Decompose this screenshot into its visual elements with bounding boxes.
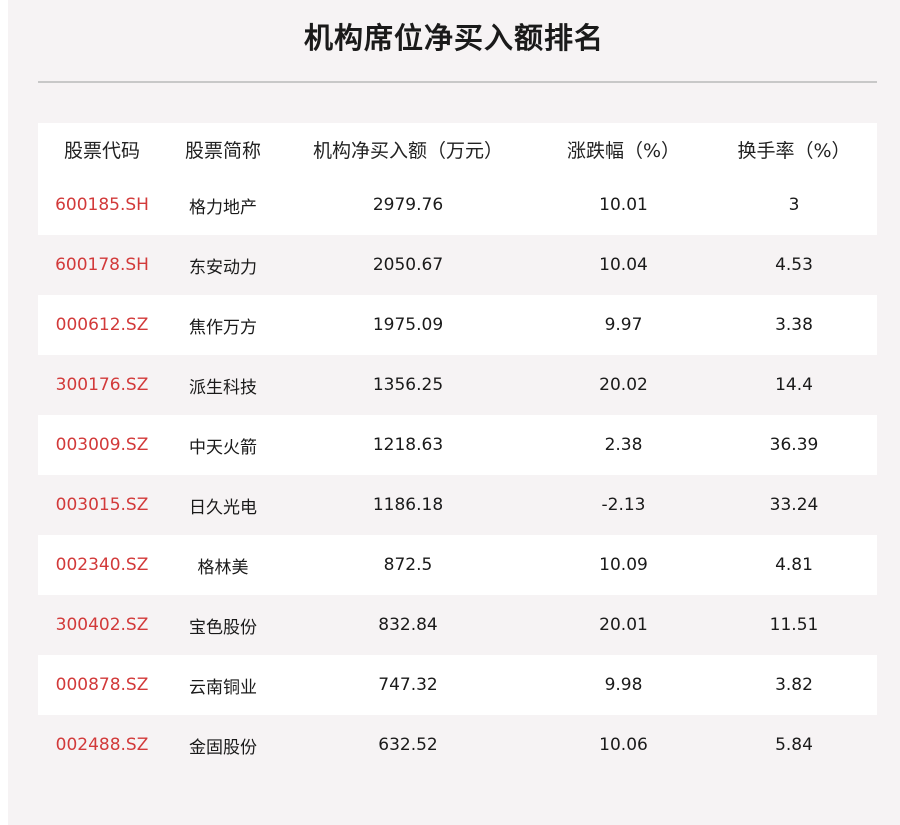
table-row: 002340.SZ 格林美 872.5 10.09 4.81 [38,535,877,595]
change-pct: 10.01 [599,195,648,215]
net-buy-amount: 747.32 [378,675,438,695]
stock-name: 格力地产 [189,197,257,218]
ranking-table: 股票代码 股票简称 机构净买入额（万元） 涨跌幅（%） 换手率（%） 60018… [38,123,877,775]
title-divider [38,81,877,83]
stock-name: 日久光电 [189,497,257,518]
change-pct: 20.02 [599,375,648,395]
turnover-rate: 14.4 [775,375,813,395]
stock-code: 003009.SZ [55,435,149,455]
table-row: 003015.SZ 日久光电 1186.18 -2.13 33.24 [38,475,877,535]
table-row: 003009.SZ 中天火箭 1218.63 2.38 36.39 [38,415,877,475]
stock-code: 002488.SZ [55,735,149,755]
change-pct: 10.06 [599,735,648,755]
stock-name: 宝色股份 [189,617,257,638]
stock-code: 300402.SZ [55,615,149,635]
stock-code: 000612.SZ [55,315,149,335]
turnover-rate: 33.24 [769,495,819,515]
turnover-rate: 3.38 [775,315,813,335]
change-pct: 20.01 [599,615,648,635]
header-net-buy: 机构净买入额（万元） [312,139,503,162]
turnover-rate: 4.81 [775,555,813,575]
table-header-row: 股票代码 股票简称 机构净买入额（万元） 涨跌幅（%） 换手率（%） [38,123,877,175]
stock-name: 派生科技 [189,377,257,398]
stock-code: 000878.SZ [55,675,149,695]
net-buy-amount: 832.84 [378,615,438,635]
net-buy-amount: 1356.25 [372,375,444,395]
turnover-rate: 5.84 [775,735,813,755]
net-buy-amount: 872.5 [383,555,433,575]
turnover-rate: 11.51 [769,615,819,635]
stock-name: 焦作万方 [189,317,257,338]
change-pct: 10.09 [599,555,648,575]
change-pct: -2.13 [601,495,646,515]
turnover-rate: 4.53 [775,255,813,275]
change-pct: 9.97 [604,315,643,335]
header-stock-name: 股票简称 [184,139,261,162]
change-pct: 9.98 [604,675,643,695]
change-pct: 2.38 [604,435,643,455]
stock-code: 002340.SZ [55,555,149,575]
stock-code: 300176.SZ [55,375,149,395]
turnover-rate: 3 [788,195,800,215]
net-buy-amount: 2050.67 [372,255,444,275]
table-row: 002488.SZ 金固股份 632.52 10.06 5.84 [38,715,877,775]
stock-name: 中天火箭 [189,437,257,458]
table-row: 300402.SZ 宝色股份 832.84 20.01 11.51 [38,595,877,655]
net-buy-amount: 1975.09 [372,315,444,335]
table-row: 000612.SZ 焦作万方 1975.09 9.97 3.38 [38,295,877,355]
stock-name: 云南铜业 [189,677,257,698]
header-change-pct: 涨跌幅（%） [566,139,681,162]
stock-code: 600178.SH [55,255,149,275]
stock-code: 600185.SH [55,195,149,215]
stock-name: 东安动力 [189,257,257,278]
header-stock-code: 股票代码 [63,139,140,162]
net-buy-amount: 2979.76 [372,195,444,215]
net-buy-amount: 632.52 [378,735,438,755]
stock-name: 格林美 [197,557,249,578]
stock-code: 003015.SZ [55,495,149,515]
turnover-rate: 3.82 [775,675,813,695]
page-title: 机构席位净买入额排名 [303,21,604,55]
table-row: 600185.SH 格力地产 2979.76 10.01 3 [38,175,877,235]
net-buy-amount: 1218.63 [372,435,444,455]
net-buy-amount: 1186.18 [372,495,444,515]
table-row: 000878.SZ 云南铜业 747.32 9.98 3.82 [38,655,877,715]
stock-name: 金固股份 [189,737,257,758]
header-turnover: 换手率（%） [737,139,851,162]
table-row: 600178.SH 东安动力 2050.67 10.04 4.53 [38,235,877,295]
table-row: 300176.SZ 派生科技 1356.25 20.02 14.4 [38,355,877,415]
change-pct: 10.04 [599,255,648,275]
turnover-rate: 36.39 [769,435,819,455]
